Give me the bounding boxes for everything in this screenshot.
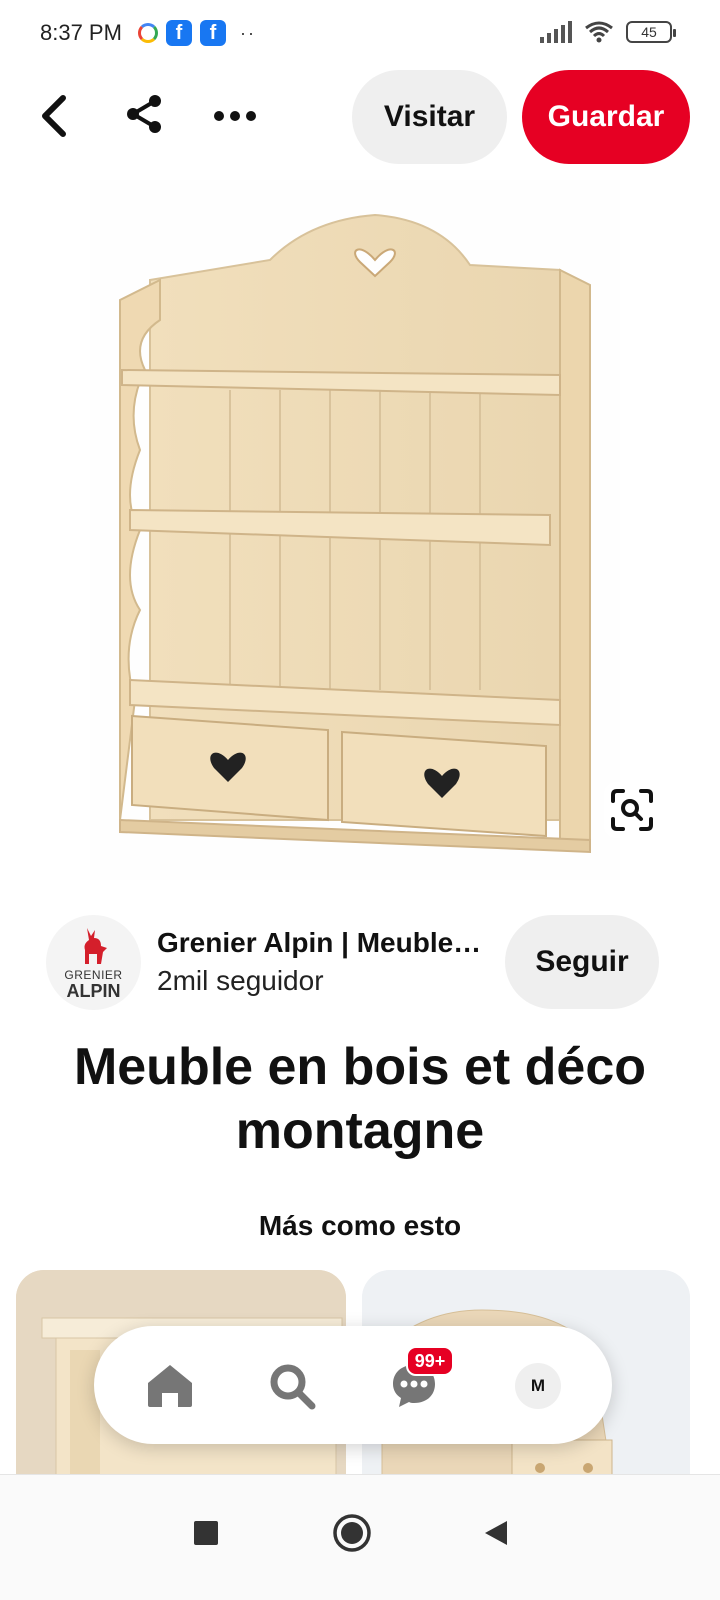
system-navigation-bar: [0, 1474, 720, 1600]
more-options-button[interactable]: [205, 86, 265, 146]
follow-button[interactable]: Seguir: [505, 915, 659, 1009]
wooden-shelf-image: [119, 213, 591, 854]
more-like-this-heading: Más como esto: [258, 1210, 462, 1241]
facebook-icon: f: [166, 20, 192, 46]
circle-icon: [333, 1514, 371, 1552]
status-time: 8:37 PM: [40, 20, 122, 45]
search-icon: [270, 1364, 316, 1410]
nav-search[interactable]: [262, 1356, 322, 1416]
status-bar: 8:37 PM f f ·· 45: [0, 0, 720, 70]
profile-avatar: M: [515, 1363, 561, 1409]
save-button[interactable]: Guardar: [522, 70, 690, 164]
deer-logo-icon: [84, 927, 107, 964]
more-horizontal-icon: [214, 111, 256, 121]
notification-badge: 99+: [406, 1346, 454, 1376]
avatar-brand-bottom: ALPIN: [66, 980, 121, 1001]
google-icon: [138, 23, 158, 43]
notification-icons: f f ··: [138, 20, 256, 46]
battery-icon: 45: [626, 21, 676, 43]
visual-search-button[interactable]: [604, 782, 660, 838]
battery-level: 45: [641, 24, 657, 40]
square-icon: [194, 1521, 218, 1545]
nav-home[interactable]: [140, 1356, 200, 1416]
creator-name[interactable]: Grenier Alpin | Meuble…: [157, 927, 497, 959]
avatar-brand-top: GRENIER: [64, 967, 123, 982]
floating-bottom-nav: 99+ M: [94, 1326, 612, 1444]
signal-icon: [540, 21, 572, 43]
chevron-left-icon: [42, 95, 66, 137]
back-button[interactable]: [24, 86, 84, 146]
facebook-icon: f: [200, 20, 226, 46]
home-button[interactable]: [322, 1503, 382, 1563]
visit-button[interactable]: Visitar: [352, 70, 507, 164]
creator-row: GRENIER ALPIN Grenier Alpin | Meuble… 2m…: [46, 915, 676, 1011]
lens-search-icon: [611, 789, 653, 831]
recent-apps-button[interactable]: [176, 1503, 236, 1563]
share-button[interactable]: [115, 84, 175, 144]
nav-messages[interactable]: 99+: [384, 1346, 454, 1416]
creator-avatar[interactable]: GRENIER ALPIN: [46, 915, 141, 1010]
creator-followers: 2mil seguidor: [157, 965, 324, 996]
system-back-button[interactable]: [466, 1503, 526, 1563]
nav-profile[interactable]: M: [508, 1356, 568, 1416]
home-icon: [148, 1365, 192, 1407]
wifi-icon: [585, 21, 613, 43]
pin-title: Meuble en bois et déco montagne: [73, 1038, 647, 1160]
triangle-back-icon: [485, 1521, 507, 1545]
pin-image[interactable]: [90, 180, 620, 880]
share-icon: [127, 95, 161, 133]
pin-action-bar: Visitar Guardar: [0, 70, 720, 165]
more-notifications-icon: ··: [240, 22, 256, 43]
system-status-icons: 45: [540, 20, 676, 44]
